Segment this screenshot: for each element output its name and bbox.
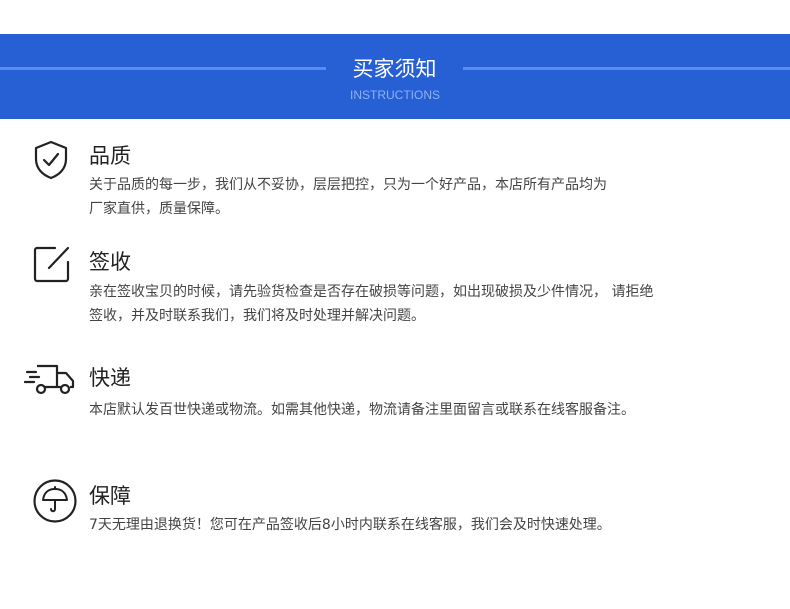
quality-description-line-1: 关于品质的每一步，我们从不妥协，层层把控，只为一个好产品，本店所有产品均为 <box>89 177 607 193</box>
guarantee-section: 保障 7天无理由退换货！您可在产品签收后8小时内联系在线客服，我们会及时快速处理… <box>0 478 790 548</box>
edit-square-icon <box>33 245 71 283</box>
guarantee-title: 保障 <box>89 484 131 508</box>
banner-divider-right <box>463 67 790 70</box>
umbrella-icon <box>32 478 78 524</box>
sign-for-title: 签收 <box>89 250 131 274</box>
express-description: 本店默认发百世快递或物流。如需其他快递，物流请备注里面留言或联系在线客服备注。 <box>89 402 635 418</box>
quality-section: 品质 关于品质的每一步，我们从不妥协，层层把控，只为一个好产品，本店所有产品均为… <box>0 135 790 225</box>
express-title: 快递 <box>89 366 131 390</box>
sign-for-section: 签收 亲在签收宝贝的时候，请先验货检查是否存在破损等问题，如出现破损及少件情况，… <box>0 242 790 332</box>
quality-description-line-2: 厂家直供，质量保障。 <box>89 201 229 217</box>
banner-subtitle: INSTRUCTIONS <box>350 88 440 102</box>
shield-check-icon <box>33 140 69 180</box>
sign-for-description-line-1: 亲在签收宝贝的时候，请先验货检查是否存在破损等问题，如出现破损及少件情况， 请拒… <box>89 284 654 300</box>
sign-for-description-line-2: 签收，并及时联系我们，我们将及时处理并解决问题。 <box>89 308 425 324</box>
express-section: 快递 本店默认发百世快递或物流。如需其他快递，物流请备注里面留言或联系在线客服备… <box>0 360 790 430</box>
banner-title: 买家须知 <box>352 57 437 81</box>
guarantee-description: 7天无理由退换货！您可在产品签收后8小时内联系在线客服，我们会及时快速处理。 <box>89 517 611 533</box>
quality-title: 品质 <box>89 144 131 168</box>
delivery-truck-icon <box>24 362 76 398</box>
instructions-banner: 买家须知 INSTRUCTIONS <box>0 34 790 119</box>
banner-divider-left <box>0 67 326 70</box>
